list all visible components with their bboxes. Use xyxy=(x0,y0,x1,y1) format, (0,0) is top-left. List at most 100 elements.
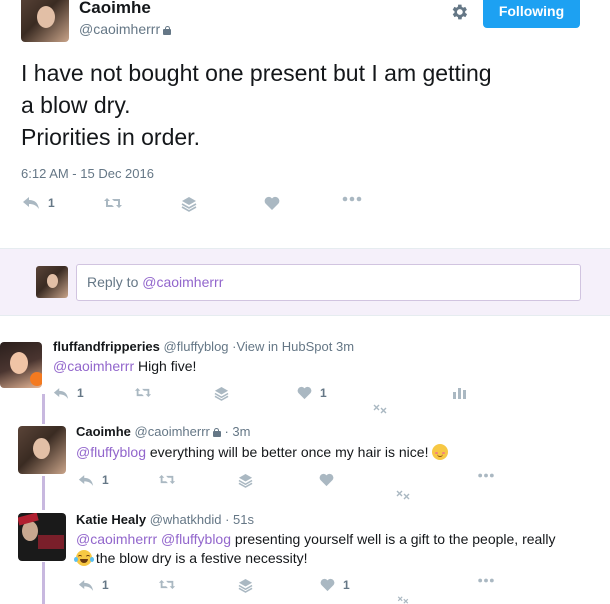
author-handle-text[interactable]: @caoimherrr xyxy=(79,21,160,37)
reply-header: fluffandfripperies @fluffyblog ·View in … xyxy=(53,339,354,354)
reply-count: 1 xyxy=(102,578,109,592)
more-action[interactable] xyxy=(477,578,495,583)
reply-body: presenting yourself well is a gift to th… xyxy=(231,531,556,547)
more-action[interactable] xyxy=(477,473,495,478)
avatar[interactable] xyxy=(21,0,69,42)
like-action[interactable]: 1 xyxy=(320,578,350,592)
reply-text: @caoimherrr High five! xyxy=(53,357,196,376)
reply-text: @fluffyblog everything will be better on… xyxy=(76,443,449,462)
tweet-text: I have not bought one present but I am g… xyxy=(21,60,492,150)
more-action[interactable] xyxy=(342,196,362,202)
reply-text: @caoimherrr @fluffyblog presenting yours… xyxy=(74,530,596,568)
retweet-icon xyxy=(104,198,122,208)
reply-action[interactable]: 1 xyxy=(78,473,109,487)
author-name[interactable]: fluffandfripperies xyxy=(53,339,160,354)
like-count: 1 xyxy=(320,386,327,400)
retweet-action[interactable] xyxy=(158,473,176,486)
retweet-icon xyxy=(158,475,176,484)
author-name[interactable]: Katie Healy xyxy=(76,512,146,527)
like-action[interactable]: 1 xyxy=(297,386,327,400)
avatar[interactable] xyxy=(0,342,42,388)
reply-count: 1 xyxy=(48,196,55,210)
reply-action[interactable]: 1 xyxy=(53,386,84,400)
avatar[interactable] xyxy=(18,513,66,561)
author-handle[interactable]: @caoimherrr xyxy=(79,21,172,37)
author-handle[interactable]: @caoimherrr xyxy=(135,424,210,439)
tweet-source[interactable]: ·View in HubSpot xyxy=(232,339,332,354)
lock-icon xyxy=(163,26,172,35)
main-tweet: Caoimhe @caoimherrr Following I have not… xyxy=(0,0,610,248)
reply-action[interactable]: 1 xyxy=(78,578,109,592)
author-name[interactable]: Caoimhe xyxy=(79,0,151,18)
like-count: 1 xyxy=(343,578,350,592)
reply-actions: 1 xyxy=(0,473,610,493)
analytics-action[interactable] xyxy=(453,386,466,399)
more-icon xyxy=(478,578,494,583)
layers-icon xyxy=(214,386,229,401)
mention-link[interactable]: @fluffyblog xyxy=(161,531,231,547)
avatar[interactable] xyxy=(18,426,66,474)
mention-link[interactable]: @fluffyblog xyxy=(76,444,146,460)
heart-icon xyxy=(264,196,280,210)
retweet-icon xyxy=(134,388,152,397)
reply-tweet[interactable]: Katie Healy @whatkhdid · 51s @caoimherrr… xyxy=(0,506,610,604)
mention-link[interactable]: @caoimherrr xyxy=(53,358,134,374)
retweet-icon xyxy=(158,580,176,589)
reply-count: 1 xyxy=(77,386,84,400)
reply-header: Caoimhe @caoimherrr · 3m xyxy=(76,424,250,439)
add-to-moment-action[interactable] xyxy=(238,578,253,593)
reply-body: everything will be better once my hair i… xyxy=(146,444,429,460)
like-action[interactable] xyxy=(264,196,280,211)
tweet-actions: 1 xyxy=(0,196,610,216)
like-action[interactable] xyxy=(319,473,334,487)
translate-icon[interactable] xyxy=(396,596,410,604)
bar-chart-icon xyxy=(453,388,466,399)
reply-action[interactable]: 1 xyxy=(22,196,55,210)
blushing-emoji-icon xyxy=(432,444,449,460)
reply-time[interactable]: · 3m xyxy=(224,424,250,439)
reply-input-prefix: Reply to xyxy=(87,274,143,290)
following-button[interactable]: Following xyxy=(483,0,580,28)
reply-body: High five! xyxy=(134,358,197,374)
reply-actions: 1 1 xyxy=(0,578,610,598)
reply-time[interactable]: 3m xyxy=(336,339,354,354)
add-to-moment-action[interactable] xyxy=(181,196,197,212)
reply-icon xyxy=(78,579,94,591)
reply-icon xyxy=(78,474,94,486)
tears-of-joy-emoji-icon xyxy=(74,550,94,566)
layers-icon xyxy=(238,578,253,593)
heart-icon xyxy=(319,473,334,487)
translate-icon[interactable] xyxy=(396,490,410,500)
reply-body-continued: the blow dry is a festive necessity! xyxy=(92,550,308,566)
tweet-timestamp[interactable]: 6:12 AM - 15 Dec 2016 xyxy=(21,166,154,181)
retweet-action[interactable] xyxy=(134,386,152,399)
add-to-moment-action[interactable] xyxy=(238,473,253,488)
reply-input[interactable]: Reply to @caoimherrr xyxy=(76,264,581,301)
reply-count: 1 xyxy=(102,473,109,487)
gear-icon[interactable] xyxy=(449,2,469,22)
reply-icon xyxy=(53,387,69,399)
avatar xyxy=(36,266,68,298)
retweet-action[interactable] xyxy=(103,196,123,210)
reply-time[interactable]: · 51s xyxy=(225,512,254,527)
author-handle[interactable]: @fluffyblog xyxy=(164,339,229,354)
reply-icon xyxy=(23,197,39,209)
layers-icon xyxy=(238,473,253,488)
heart-icon xyxy=(297,386,312,400)
retweet-action[interactable] xyxy=(158,578,176,591)
translate-icon[interactable] xyxy=(373,404,387,414)
mention-link[interactable]: @caoimherrr xyxy=(76,531,157,547)
reply-input-mention: @caoimherrr xyxy=(142,274,224,290)
reply-actions: 1 1 xyxy=(0,386,610,406)
author-handle[interactable]: @whatkhdid xyxy=(150,512,222,527)
reply-tweet[interactable]: fluffandfripperies @fluffyblog ·View in … xyxy=(0,328,610,418)
reply-tweet[interactable]: Caoimhe @caoimherrr · 3m @fluffyblog eve… xyxy=(0,418,610,506)
heart-icon xyxy=(320,578,335,592)
reply-header: Katie Healy @whatkhdid · 51s xyxy=(76,512,254,527)
author-name[interactable]: Caoimhe xyxy=(76,424,131,439)
layers-icon xyxy=(181,197,197,212)
add-to-moment-action[interactable] xyxy=(214,386,229,401)
more-icon xyxy=(342,196,362,202)
reply-composer: Reply to @caoimherrr xyxy=(0,248,610,316)
lock-icon xyxy=(212,428,221,437)
